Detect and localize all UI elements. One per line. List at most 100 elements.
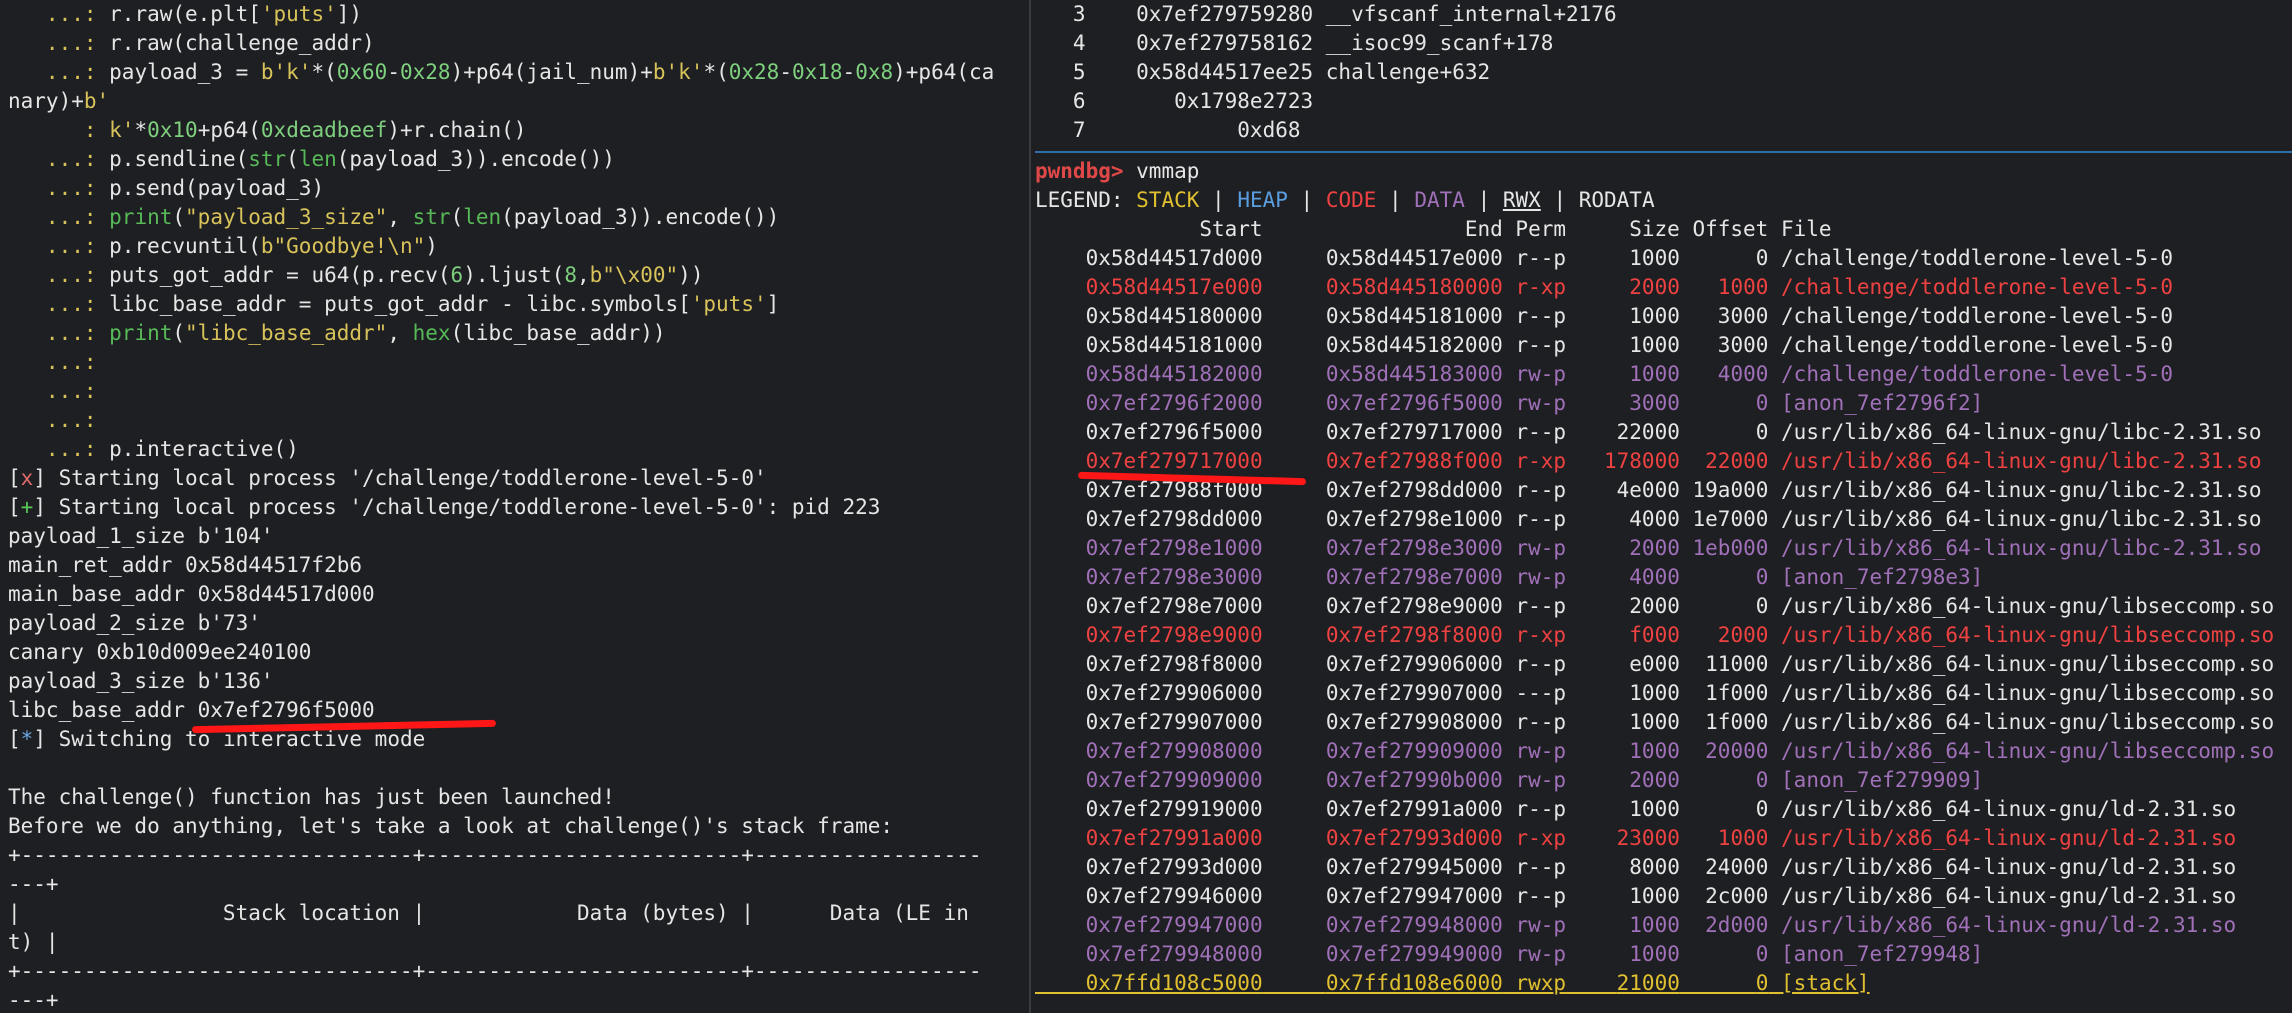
terminal-line-text: payload_3 =	[109, 60, 261, 84]
vmmap-perm: r--p	[1515, 855, 1567, 879]
terminal-line-text: b"\x00"	[589, 263, 679, 287]
vmmap-end: 0x7ef279717000	[1325, 420, 1503, 444]
vmmap-perm: r--p	[1515, 507, 1567, 531]
vmmap-row: 0x7ef279946000 0x7ef279947000 r--p 1000 …	[1035, 882, 2292, 911]
legend-item: |	[1464, 188, 1503, 212]
legend-item: |	[1376, 188, 1415, 212]
terminal-line: main_ret_addr 0x58d44517f2b6	[8, 551, 1028, 580]
vmmap-size: 23000	[1616, 826, 1680, 850]
terminal-line-text: ...:	[8, 292, 110, 316]
terminal-line: ...: print("payload_3_size", str(len(pay…	[8, 203, 1028, 232]
terminal-line: ...: p.recvuntil(b"Goodbye!\n")	[8, 232, 1028, 261]
terminal-line-text: ---+	[8, 988, 59, 1012]
vmmap-offset: 2c000	[1705, 884, 1769, 908]
vmmap-row: 0x58d44517e000 0x58d445180000 r-xp 2000 …	[1035, 273, 2292, 302]
backtrace-line: 5 0x58d44517ee25 challenge+632	[1035, 58, 2292, 87]
vmmap-end: 0x7ef2796f5000	[1325, 391, 1503, 415]
left-terminal-pane[interactable]: ...: r.raw(e.plt['puts']) ...: r.raw(cha…	[0, 0, 1028, 1013]
vmmap-size: 1000	[1629, 797, 1680, 821]
vmmap-row: 0x58d445181000 0x58d445182000 r--p 1000 …	[1035, 331, 2292, 360]
vmmap-file: [anon_7ef2798e3]	[1781, 565, 1984, 589]
vmmap-start: 0x58d44517e000	[1085, 275, 1263, 299]
terminal-line-text: 0x8	[855, 60, 894, 84]
legend-item: HEAP	[1237, 188, 1288, 212]
vmmap-row: 0x7ef279919000 0x7ef27991a000 r--p 1000 …	[1035, 795, 2292, 824]
vmmap-file: /usr/lib/x86_64-linux-gnu/ld-2.31.so	[1781, 826, 2237, 850]
legend-item: DATA	[1414, 188, 1465, 212]
vmmap-start: 0x7ef279907000	[1085, 710, 1263, 734]
terminal-line-text: main_base_addr 0x58d44517d000	[8, 582, 375, 606]
vmmap-start: 0x7ef279947000	[1085, 913, 1263, 937]
terminal-line-text: 0x10	[147, 118, 198, 142]
terminal-line-text: b"Goodbye!\n"	[260, 234, 426, 258]
terminal-line: [+] Starting local process '/challenge/t…	[8, 493, 1028, 522]
terminal-line-text: 0x28	[728, 60, 780, 84]
terminal-line-text: ...:	[8, 234, 110, 258]
vmmap-offset: 0	[1755, 768, 1769, 792]
vmmap-offset: 22000	[1705, 449, 1769, 473]
terminal-line-text: (	[450, 205, 464, 229]
terminal-line: ...: p.sendline(str(len(payload_3)).enco…	[8, 145, 1028, 174]
terminal-line-text: ])	[336, 2, 363, 26]
vmmap-start: 0x7ef2796f5000	[1085, 420, 1263, 444]
right-terminal-pane[interactable]: 3 0x7ef279759280 __vfscanf_internal+2176…	[1033, 0, 2292, 1013]
vmmap-file: [anon_7ef279909]	[1781, 768, 1984, 792]
terminal-line-text: The challenge() function has just been l…	[8, 785, 615, 809]
vmmap-offset: 1f000	[1705, 710, 1769, 734]
vmmap-row: 0x58d445180000 0x58d445181000 r--p 1000 …	[1035, 302, 2292, 331]
terminal-line-text: libc_base_addr 0x7ef2796f5000	[8, 698, 375, 722]
terminal-line-text: ...:	[8, 263, 110, 287]
vmmap-start: 0x58d445182000	[1085, 362, 1263, 386]
terminal-line-text: nary)+	[8, 89, 84, 113]
vmmap-perm: r--p	[1515, 304, 1567, 328]
terminal-line-text: payload_1_size b'104'	[8, 524, 274, 548]
vmmap-file: [stack]	[1781, 971, 1870, 995]
terminal-line-text: -	[779, 60, 792, 84]
vmmap-size: 1000	[1629, 710, 1680, 734]
legend-item: |	[1287, 188, 1326, 212]
terminal-line-text: *(	[311, 60, 337, 84]
vmmap-start: 0x58d445181000	[1085, 333, 1263, 357]
terminal-line-text: print	[109, 205, 173, 229]
terminal-line-text: ...:	[8, 205, 110, 229]
vmmap-file: /challenge/toddlerone-level-5-0	[1781, 246, 2173, 270]
vmmap-offset: 0	[1755, 942, 1769, 966]
terminal-line-text: len	[463, 205, 502, 229]
vmmap-start: 0x7ffd108c5000	[1085, 971, 1263, 995]
pane-divider[interactable]	[1029, 0, 1031, 1013]
vmmap-row: 0x58d44517d000 0x58d44517e000 r--p 1000 …	[1035, 244, 2292, 273]
vmmap-end: 0x7ef279947000	[1325, 884, 1503, 908]
vmmap-offset: 0	[1755, 565, 1769, 589]
vmmap-offset: 11000	[1705, 652, 1769, 676]
vmmap-file: /usr/lib/x86_64-linux-gnu/ld-2.31.so	[1781, 884, 2237, 908]
vmmap-header: Start End Perm Size Offset File	[1035, 217, 1832, 241]
vmmap-offset: 1000	[1717, 826, 1769, 850]
terminal-line-text: | Stack location | Data (bytes) | Data (…	[8, 901, 969, 925]
terminal-line-text: +	[20, 495, 34, 519]
backtrace-line-text: 5 0x58d44517ee25 challenge+632	[1035, 60, 1491, 84]
vmmap-file: /usr/lib/x86_64-linux-gnu/libseccomp.so	[1781, 623, 2275, 647]
pwndbg-prompt-line: pwndbg> vmmap	[1035, 157, 2292, 186]
vmmap-perm: rw-p	[1515, 739, 1567, 763]
terminal-line-text: ...:	[8, 321, 110, 345]
terminal-line-text: str	[412, 205, 451, 229]
terminal-line-text: *	[20, 727, 34, 751]
terminal-line-text: p.sendline(	[109, 147, 249, 171]
vmmap-perm: rw-p	[1515, 768, 1567, 792]
vmmap-file: /usr/lib/x86_64-linux-gnu/libc-2.31.so	[1781, 507, 2262, 531]
vmmap-perm: rw-p	[1515, 362, 1567, 386]
terminal-line: [*] Switching to interactive mode	[8, 725, 1028, 754]
terminal-line: ...: puts_got_addr = u64(p.recv(6).ljust…	[8, 261, 1028, 290]
terminal-line-text: (libc_base_addr))	[450, 321, 666, 345]
vmmap-perm: rw-p	[1515, 536, 1567, 560]
terminal-line-text: "payload_3_size"	[185, 205, 388, 229]
vmmap-row: 0x7ef27991a000 0x7ef27993d000 r-xp 23000…	[1035, 824, 2292, 853]
terminal-line: ...: p.interactive()	[8, 435, 1028, 464]
terminal-line-text: +-------------------------------+-------…	[8, 959, 982, 983]
terminal-line-text: ).ljust(	[463, 263, 565, 287]
vmmap-start: 0x7ef279717000	[1085, 449, 1263, 473]
terminal-line-text: print	[109, 321, 173, 345]
vmmap-end: 0x7ef279949000	[1325, 942, 1503, 966]
terminal-line: t) |	[8, 928, 1028, 957]
